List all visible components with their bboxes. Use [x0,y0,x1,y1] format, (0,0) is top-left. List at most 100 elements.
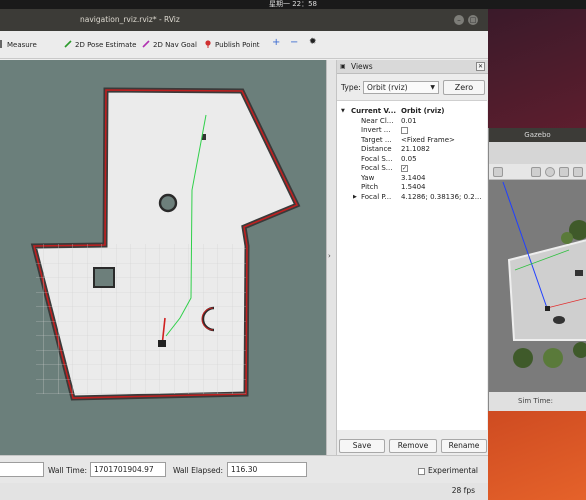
ros-elapsed-field[interactable] [0,462,44,477]
rviz-title-bar: navigation_rviz.rviz* - RViz – □ [0,9,488,31]
rename-button[interactable]: Rename [441,439,487,453]
pose-estimate-tool[interactable]: 2D Pose Estimate [64,40,136,49]
publish-point-label: Publish Point [215,41,260,49]
minus-icon[interactable]: − [290,37,298,48]
gazebo-menu-bar [489,142,586,164]
map-pin-icon [204,40,212,48]
views-button-row: Save Remove Rename [337,438,489,454]
property-value: 3.1404 [401,174,426,182]
zero-button[interactable]: Zero [443,80,485,95]
arrow-tool-icon[interactable] [493,167,503,177]
nav-goal-label: 2D Nav Goal [153,41,197,49]
property-key: Near Cl... [361,117,394,125]
property-value: 4.1286; 0.38136; 0.2... [401,193,482,201]
current-view-value: Orbit (rviz) [401,107,445,115]
property-key: Focal P... [361,193,392,201]
plus-icon[interactable]: + [272,37,280,48]
sun-icon[interactable]: ✹ [309,37,317,47]
gazebo-window-title: Gazebo [524,131,551,139]
save-button[interactable]: Save [339,439,385,453]
property-key: Distance [361,145,392,153]
occupancy-map [30,87,301,401]
gazebo-title-bar: Gazebo [489,128,586,142]
nav-goal-tool[interactable]: 2D Nav Goal [142,40,197,49]
property-row[interactable]: Near Cl... 0.01 [337,117,487,126]
measure-label: Measure [7,41,37,49]
property-checkbox[interactable]: ✓ [401,164,408,173]
gazebo-toolbar [489,164,586,180]
close-icon[interactable]: ✕ [476,62,485,71]
views-panel: ▣ Views ✕ Type: Orbit (rviz) ▼ Zero ▼ Cu… [336,60,488,455]
publish-point-tool[interactable]: Publish Point [204,40,260,49]
property-row[interactable]: Target ... <Fixed Frame> [337,136,487,145]
experimental-checkbox[interactable]: Experimental [418,466,478,475]
collapse-arrow-icon[interactable]: › [328,252,331,260]
property-row[interactable]: ▶ Focal P... 4.1286; 0.38136; 0.2... [337,193,487,202]
checked-box-icon: ✓ [401,164,408,172]
ruler-icon [0,40,4,48]
expand-arrow-icon[interactable]: ▶ [353,193,357,202]
light-icon[interactable] [573,167,583,177]
green-arrow-icon [64,40,72,48]
property-value: 0.05 [401,155,417,163]
rviz-toolbar: Measure 2D Pose Estimate 2D Nav Goal Pub… [0,31,488,59]
property-row[interactable]: Distance 21.1082 [337,145,487,154]
pose-estimate-label: 2D Pose Estimate [75,41,137,49]
type-label: Type: [341,83,361,92]
property-key: Target ... [361,136,392,144]
view-type-select[interactable]: Orbit (rviz) ▼ [363,81,439,94]
current-view-row[interactable]: ▼ Current V... Orbit (rviz) [337,107,487,116]
view-property-tree[interactable]: ▼ Current V... Orbit (rviz) Near Cl... 0… [337,100,487,430]
property-row[interactable]: Focal S... ✓ [337,164,487,173]
property-checkbox[interactable] [401,126,408,135]
view-type-value: Orbit (rviz) [367,83,408,92]
property-value: 1.5404 [401,183,426,191]
wall-elapsed-field[interactable]: 116.30 [227,462,307,477]
gazebo-status-bar: Sim Time: [489,392,586,411]
status-bar: 28 fps [0,483,488,500]
property-key: Invert ... [361,126,391,134]
rviz-window-title: navigation_rviz.rviz* - RViz [80,15,180,24]
property-row[interactable]: Focal S... 0.05 [337,155,487,164]
system-clock: 星期一 22：58 [268,0,318,8]
time-panel: Wall Time: 1701701904.97 Wall Elapsed: 1… [0,455,488,483]
wall-elapsed-label: Wall Elapsed: [173,466,224,475]
system-top-bar: 星期一 22：58 [0,0,586,9]
sphere-shape-icon[interactable] [545,167,555,177]
view-type-row: Type: Orbit (rviz) ▼ Zero [337,78,489,96]
sim-time-label: Sim Time: [518,397,553,405]
property-row[interactable]: Yaw 3.1404 [337,174,487,183]
wall-time-field[interactable]: 1701701904.97 [90,462,166,477]
purple-arrow-icon [142,40,150,48]
views-panel-title: Views [351,62,373,71]
property-key: Yaw [361,174,375,182]
cylinder-shape-icon[interactable] [559,167,569,177]
expand-arrow-icon[interactable]: ▼ [341,107,345,116]
property-row[interactable]: Invert ... [337,126,487,135]
property-value: 0.01 [401,117,417,125]
rviz-window[interactable]: navigation_rviz.rviz* - RViz – □ Measure… [0,9,488,500]
fps-counter: 28 fps [451,486,475,495]
unchecked-box-icon [418,467,425,475]
gazebo-3d-scene[interactable] [489,180,586,392]
property-key: Pitch [361,183,379,191]
views-panel-header: ▣ Views ✕ [337,60,488,74]
wall-time-label: Wall Time: [48,466,87,475]
views-panel-icon: ▣ [340,63,346,70]
maximize-icon[interactable]: □ [468,15,478,25]
minimize-icon[interactable]: – [454,15,464,25]
measure-tool[interactable]: Measure [0,40,37,49]
gazebo-window[interactable]: Gazebo Sim Time: [488,128,586,411]
render-viewport[interactable] [0,60,326,455]
property-value: 21.1082 [401,145,430,153]
panel-splitter[interactable]: › [326,60,336,455]
property-value: <Fixed Frame> [401,136,455,144]
box-shape-icon[interactable] [531,167,541,177]
remove-button[interactable]: Remove [389,439,437,453]
property-row[interactable]: Pitch 1.5404 [337,183,487,192]
current-view-key: Current V... [351,107,397,115]
unchecked-box-icon [401,126,408,134]
property-key: Focal S... [361,155,393,163]
experimental-label: Experimental [428,466,479,475]
chevron-down-icon: ▼ [430,84,435,91]
